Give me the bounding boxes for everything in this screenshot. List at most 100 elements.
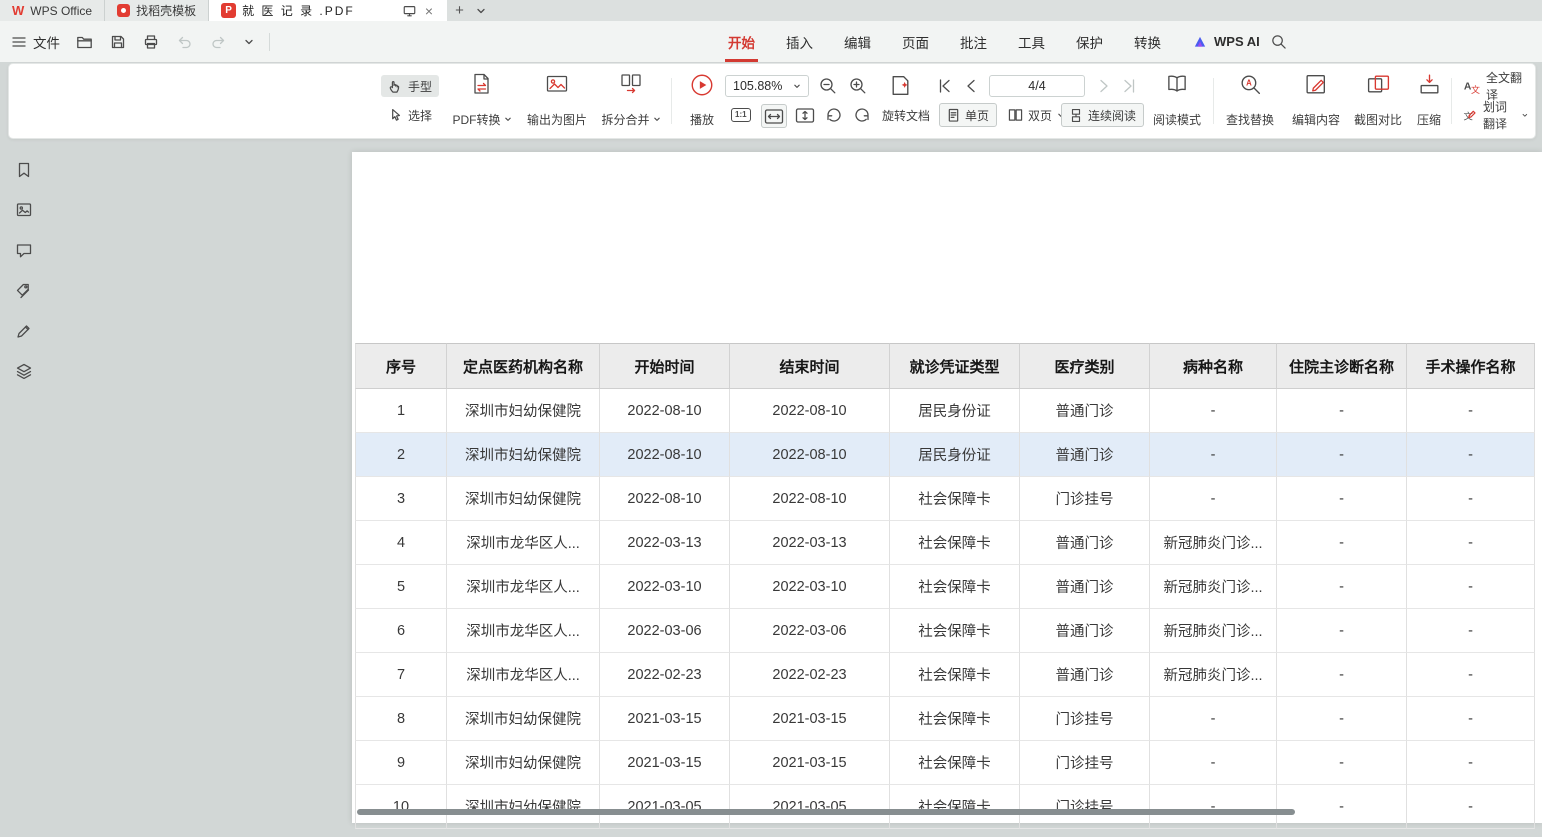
last-page-button[interactable] xyxy=(1119,76,1139,96)
print-icon[interactable] xyxy=(141,32,161,52)
table-header-cell: 医疗类别 xyxy=(1020,343,1150,389)
table-header-cell: 病种名称 xyxy=(1150,343,1277,389)
table-cell: 普通门诊 xyxy=(1020,565,1150,609)
select-tool-label: 选择 xyxy=(408,107,432,124)
quick-toolbar-chevron-icon[interactable] xyxy=(242,36,256,48)
menu-tab-edit[interactable]: 编辑 xyxy=(844,21,871,62)
menu-tab-page[interactable]: 页面 xyxy=(902,21,929,62)
menu-tab-home[interactable]: 开始 xyxy=(728,21,755,62)
zoom-combobox[interactable]: 105.88% xyxy=(725,75,809,97)
tab-wps-office[interactable]: W WPS Office xyxy=(0,0,105,21)
table-cell: 社会保障卡 xyxy=(890,697,1020,741)
table-cell: 2022-03-10 xyxy=(730,565,890,609)
save-icon[interactable] xyxy=(108,32,128,52)
table-header-row: 序号定点医药机构名称开始时间结束时间就诊凭证类型医疗类别病种名称住院主诊断名称手… xyxy=(355,343,1535,389)
table-header-cell: 手术操作名称 xyxy=(1407,343,1535,389)
continuous-read-button[interactable]: 连续阅读 xyxy=(1061,103,1144,127)
rotate-document-button[interactable]: 旋转文档 xyxy=(875,104,937,126)
compress-label: 压缩 xyxy=(1417,111,1441,128)
single-page-button[interactable]: 单页 xyxy=(939,103,997,127)
fit-window-button[interactable] xyxy=(887,72,914,99)
table-cell: 普通门诊 xyxy=(1020,653,1150,697)
export-image-label: 输出为图片 xyxy=(527,111,587,128)
table-cell: 社会保障卡 xyxy=(890,653,1020,697)
table-cell: 新冠肺炎门诊... xyxy=(1150,521,1277,565)
menu-search-button[interactable] xyxy=(1270,21,1287,62)
menu-tab-tools[interactable]: 工具 xyxy=(1018,21,1045,62)
layers-icon xyxy=(15,362,33,380)
edit-content-button[interactable]: 编辑内容 xyxy=(1285,72,1347,128)
new-tab-button[interactable]: + xyxy=(447,0,472,21)
table-cell: 1 xyxy=(355,389,447,433)
table-cell: 普通门诊 xyxy=(1020,609,1150,653)
select-tool-button[interactable]: 选择 xyxy=(381,104,439,126)
play-button[interactable]: 播放 xyxy=(675,72,729,128)
read-mode-button[interactable]: 阅读模式 xyxy=(1145,72,1209,128)
file-menu-button[interactable]: 文件 xyxy=(12,21,60,62)
fit-window-icon xyxy=(888,73,913,98)
chevron-down-icon xyxy=(653,116,661,123)
redo-icon[interactable] xyxy=(208,32,229,51)
table-cell: - xyxy=(1277,697,1407,741)
first-page-button[interactable] xyxy=(935,76,955,96)
tab-document[interactable]: P 就 医 记 录 .PDF × xyxy=(209,0,447,21)
table-cell: - xyxy=(1407,609,1535,653)
table-cell: 居民身份证 xyxy=(890,433,1020,477)
sidebar-annotate-button[interactable] xyxy=(13,320,35,342)
table-row: 2深圳市妇幼保健院2022-08-102022-08-10居民身份证普通门诊--… xyxy=(355,433,1535,477)
menu-tab-convert[interactable]: 转换 xyxy=(1134,21,1161,62)
wps-ai-button[interactable]: WPS AI xyxy=(1192,21,1260,62)
fit-page-button[interactable] xyxy=(793,104,817,126)
play-icon xyxy=(689,72,715,98)
tab-label: WPS Office xyxy=(30,4,92,18)
tab-docer[interactable]: 找稻壳模板 xyxy=(105,0,209,21)
table-header-cell: 就诊凭证类型 xyxy=(890,343,1020,389)
full-translate-button[interactable]: A文 全文翻译 xyxy=(1455,75,1535,97)
zoom-out-button[interactable] xyxy=(817,75,839,97)
svg-text:文: 文 xyxy=(1471,84,1480,95)
split-merge-button[interactable]: 拆分合并 xyxy=(595,72,667,128)
sidebar-thumbnails-button[interactable] xyxy=(13,199,35,221)
table-cell: - xyxy=(1277,433,1407,477)
export-image-button[interactable]: 输出为图片 xyxy=(519,72,595,128)
menu-tab-insert[interactable]: 插入 xyxy=(786,21,813,62)
horizontal-scrollbar-thumb[interactable] xyxy=(357,809,1295,815)
next-page-button[interactable] xyxy=(1093,76,1113,96)
previous-page-button[interactable] xyxy=(962,76,982,96)
compress-button[interactable]: 压缩 xyxy=(1409,72,1449,128)
rotate-left-button[interactable] xyxy=(823,104,845,126)
rotate-right-button[interactable] xyxy=(851,104,873,126)
chevron-left-icon xyxy=(963,77,981,95)
fit-width-button[interactable] xyxy=(761,104,787,128)
sidebar-layers-button[interactable] xyxy=(13,360,35,382)
find-replace-button[interactable]: A 查找替换 xyxy=(1217,72,1283,128)
word-translate-button[interactable]: 文 划词翻译 xyxy=(1455,104,1535,126)
hand-tool-button[interactable]: 手型 xyxy=(381,75,439,97)
menu-tab-protect[interactable]: 保护 xyxy=(1076,21,1103,62)
menu-tab-comment[interactable]: 批注 xyxy=(960,21,987,62)
pdf-convert-button[interactable]: PDF转换 xyxy=(447,72,517,128)
find-replace-label: 查找替换 xyxy=(1226,111,1274,128)
sidebar-comments-button[interactable] xyxy=(13,240,35,262)
zoom-in-button[interactable] xyxy=(847,75,869,97)
pdf-table: 序号定点医药机构名称开始时间结束时间就诊凭证类型医疗类别病种名称住院主诊断名称手… xyxy=(355,343,1535,829)
close-tab-icon[interactable]: × xyxy=(423,3,435,19)
play-label: 播放 xyxy=(690,111,714,128)
tab-list-chevron-icon[interactable] xyxy=(472,0,490,21)
table-cell: 6 xyxy=(355,609,447,653)
table-cell: - xyxy=(1407,653,1535,697)
screenshot-compare-button[interactable]: 截图对比 xyxy=(1347,72,1409,128)
undo-icon[interactable] xyxy=(174,32,195,51)
table-cell: - xyxy=(1407,785,1535,829)
open-file-icon[interactable] xyxy=(74,32,95,52)
sidebar-tags-button[interactable] xyxy=(13,280,35,302)
table-cell: 社会保障卡 xyxy=(890,521,1020,565)
table-cell: 4 xyxy=(355,521,447,565)
table-cell: 2022-03-13 xyxy=(600,521,730,565)
actual-size-button[interactable]: 1:1 xyxy=(729,104,753,126)
hand-icon xyxy=(388,78,403,94)
page-number-input[interactable]: 4/4 xyxy=(989,75,1085,97)
sidebar-bookmarks-button[interactable] xyxy=(13,159,35,181)
pdf-file-icon: P xyxy=(221,3,236,18)
pdf-page: 序号定点医药机构名称开始时间结束时间就诊凭证类型医疗类别病种名称住院主诊断名称手… xyxy=(352,152,1542,823)
